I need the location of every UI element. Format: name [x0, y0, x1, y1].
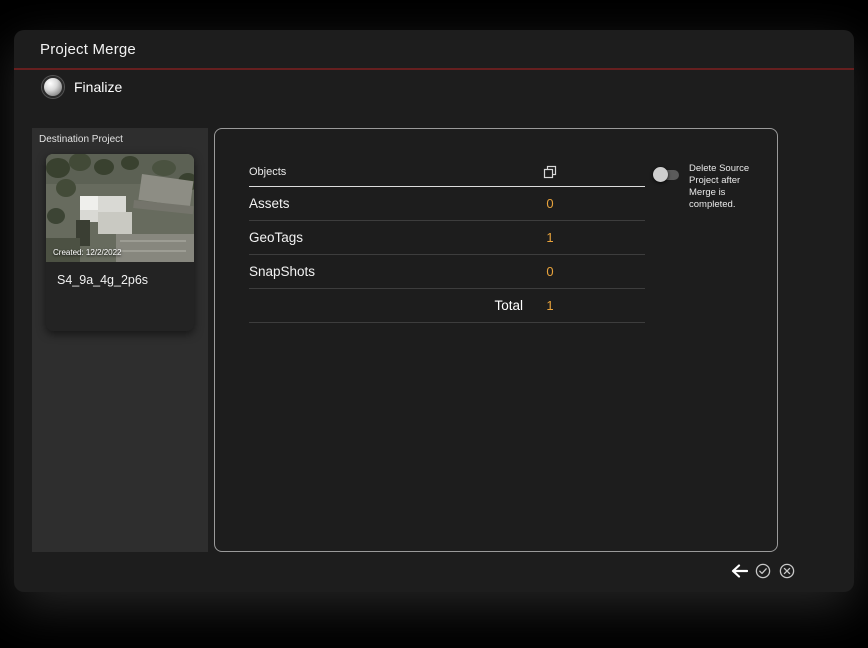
stacked-layers-icon	[539, 165, 561, 179]
table-row: SnapShots 0	[249, 255, 645, 289]
total-label: Total	[494, 298, 523, 313]
page-title: Project Merge	[40, 41, 136, 58]
table-row: Assets 0	[249, 187, 645, 221]
objects-header-label: Objects	[249, 165, 287, 178]
destination-project-card: Created: 12/2/2022 S4_9a_4g_2p6s	[46, 154, 194, 331]
footer-actions	[730, 562, 796, 580]
close-circle-icon	[779, 563, 795, 579]
delete-source-toggle[interactable]	[653, 167, 680, 182]
row-label: SnapShots	[249, 264, 316, 279]
step-orb-icon	[42, 76, 64, 98]
row-label: Assets	[249, 196, 290, 211]
row-label: GeoTags	[249, 230, 304, 245]
title-divider	[14, 68, 854, 70]
project-thumbnail: Created: 12/2/2022	[46, 154, 194, 262]
row-value: 0	[546, 196, 554, 211]
check-circle-icon	[755, 563, 771, 579]
back-arrow-icon	[731, 564, 748, 578]
merge-summary-panel: Objects Assets 0 GeoTags 1 SnapShots 0 T…	[214, 128, 778, 552]
finalize-step: Finalize	[42, 76, 122, 98]
row-value: 0	[546, 264, 554, 279]
project-merge-window: Project Merge Finalize Destination Proje…	[14, 30, 854, 592]
back-button[interactable]	[730, 562, 748, 580]
delete-source-label: Delete Source Project after Merge is com…	[689, 163, 750, 210]
row-value: 1	[546, 230, 554, 245]
total-value: 1	[546, 298, 554, 313]
close-button[interactable]	[778, 562, 796, 580]
created-date-label: Created: 12/2/2022	[53, 248, 122, 257]
delete-source-toggle-group: Delete Source Project after Merge is com…	[653, 163, 769, 211]
objects-table-header: Objects	[249, 157, 645, 187]
objects-table: Objects Assets 0 GeoTags 1 SnapShots 0 T…	[249, 157, 645, 323]
step-label: Finalize	[74, 79, 123, 95]
destination-panel-label: Destination Project	[39, 134, 123, 145]
project-name: S4_9a_4g_2p6s	[57, 273, 149, 287]
destination-project-panel: Destination Project Created: 12/2/2022 S…	[32, 128, 208, 552]
satellite-image	[46, 154, 194, 262]
total-row: Total 1	[249, 289, 645, 323]
confirm-button[interactable]	[754, 562, 772, 580]
toggle-knob	[653, 167, 668, 182]
table-row: GeoTags 1	[249, 221, 645, 255]
